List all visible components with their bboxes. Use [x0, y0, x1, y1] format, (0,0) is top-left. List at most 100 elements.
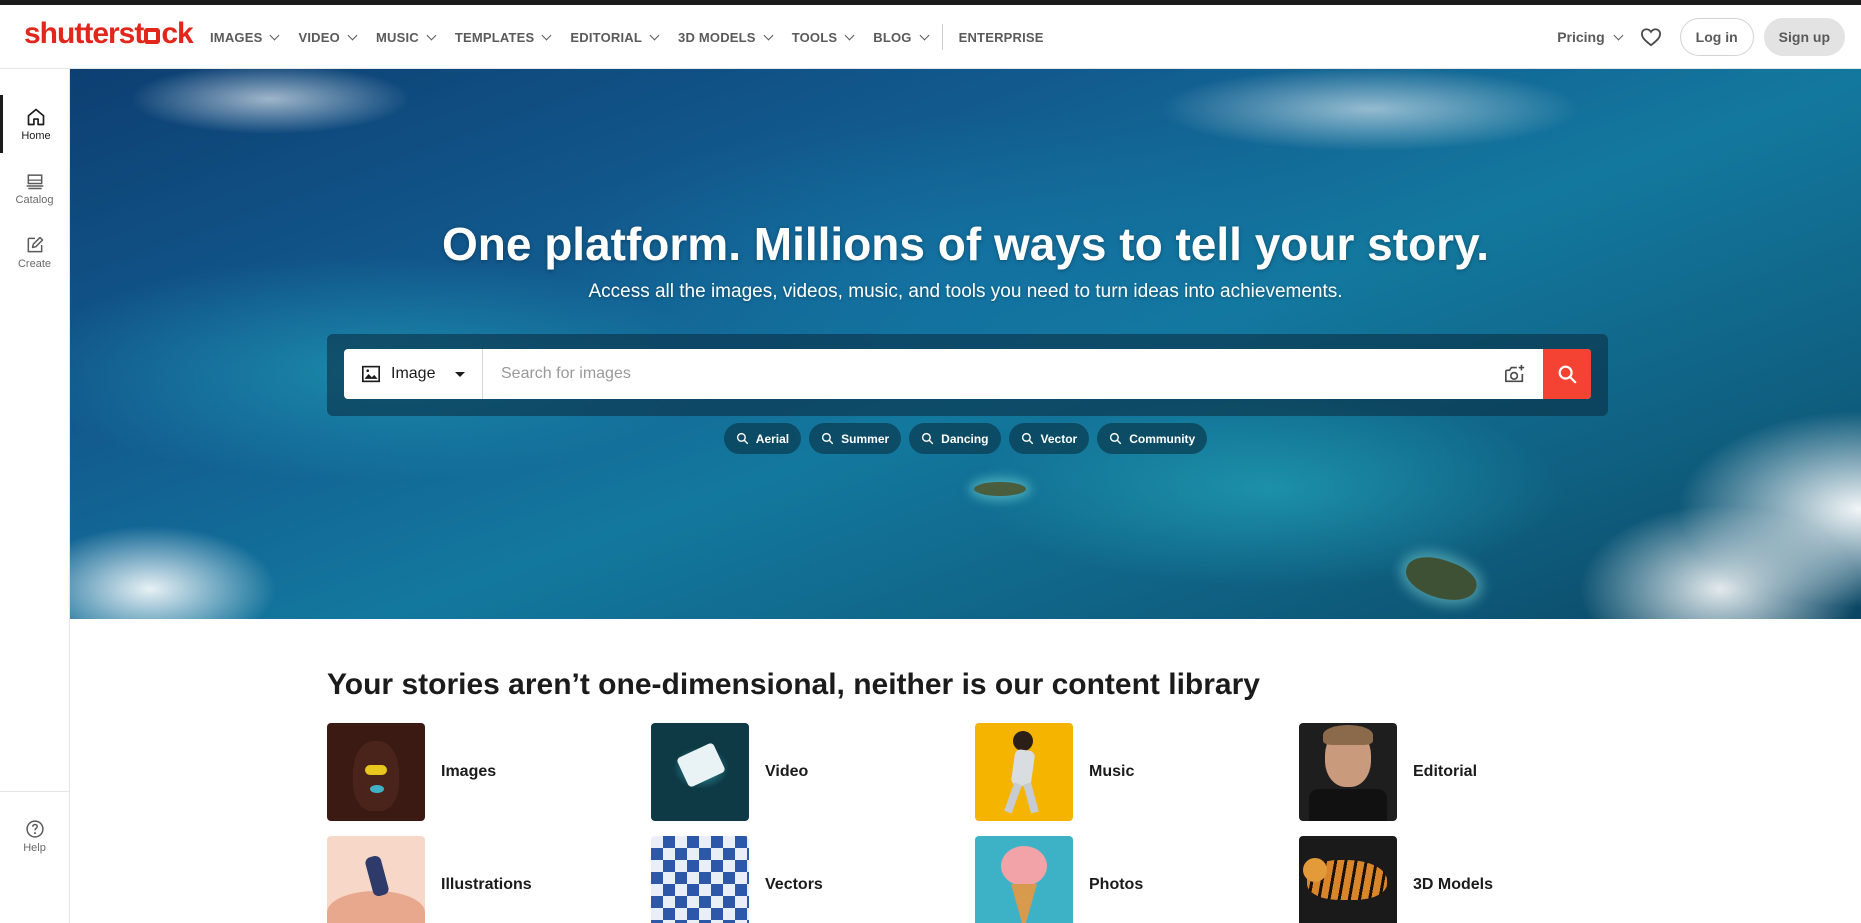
hero-title: One platform. Millions of ways to tell y…: [441, 218, 1490, 270]
chevron-down-icon: [541, 30, 552, 40]
editorial-thumbnail: [1299, 723, 1397, 821]
chip-label: Summer: [841, 431, 890, 446]
pricing-menu[interactable]: Pricing: [1557, 29, 1624, 45]
chevron-down-icon: [763, 30, 774, 40]
chip-community[interactable]: Community: [1097, 423, 1208, 454]
create-icon: [27, 236, 43, 252]
signup-button[interactable]: Sign up: [1763, 18, 1845, 56]
chip-label: Vector: [1040, 431, 1078, 446]
trending-search-chips: Aerial Summer Dancing Vector Community: [70, 423, 1861, 454]
tile-label: Video: [765, 763, 809, 780]
nav-label: TOOLS: [791, 29, 838, 45]
nav-images[interactable]: IMAGES: [210, 29, 280, 45]
favorites-heart-icon[interactable]: [1640, 27, 1662, 47]
chip-summer[interactable]: Summer: [809, 423, 902, 454]
library-tile-images[interactable]: Images: [327, 723, 627, 821]
image-icon: [362, 365, 380, 383]
sidebar-divider: [0, 791, 70, 792]
media-type-select[interactable]: Image: [344, 349, 483, 399]
chevron-down-icon: [1613, 30, 1624, 40]
nav-3d-models[interactable]: 3D MODELS: [678, 29, 774, 45]
nav-divider: [941, 24, 943, 50]
chip-dancing[interactable]: Dancing: [909, 423, 1001, 454]
shutterstock-logo[interactable]: shutterst ck: [24, 17, 194, 51]
video-thumbnail: [651, 723, 749, 821]
hero-subtitle: Access all the images, videos, music, an…: [588, 281, 1343, 302]
search-input[interactable]: [483, 349, 1487, 399]
nav-label: 3D MODELS: [678, 29, 756, 45]
login-button[interactable]: Log in: [1679, 18, 1754, 56]
sidebar-item-home[interactable]: Home: [0, 95, 69, 153]
tile-label: Editorial: [1413, 763, 1478, 780]
images-thumbnail: [327, 723, 425, 821]
header-actions: Pricing Log in Sign up: [1557, 5, 1845, 69]
sidebar-label: Catalog: [15, 193, 54, 206]
nav-tools[interactable]: TOOLS: [791, 29, 855, 45]
nav-video[interactable]: VIDEO: [298, 29, 358, 45]
nav-label: BLOG: [873, 29, 912, 45]
search-icon: [1558, 365, 1577, 384]
library-tile-vectors[interactable]: Vectors: [651, 836, 951, 923]
catalog-icon: [26, 173, 43, 189]
nav-label: ENTERPRISE: [958, 29, 1044, 45]
library-section-title: Your stories aren’t one-dimensional, nei…: [327, 668, 1260, 701]
hero-island: [974, 482, 1026, 496]
chevron-down-icon: [270, 30, 280, 40]
sidebar-label: Help: [23, 841, 46, 854]
caret-down-icon: [455, 371, 466, 377]
site-header: shutterst ck IMAGES VIDEO MUSIC TEMPLATES…: [0, 5, 1861, 69]
home-icon: [27, 108, 45, 125]
music-thumbnail: [975, 723, 1073, 821]
hero-banner: One platform. Millions of ways to tell y…: [70, 69, 1861, 619]
nav-label: VIDEO: [298, 29, 340, 45]
chip-label: Aerial: [755, 431, 790, 446]
left-sidebar: Home Catalog Create Help: [0, 69, 70, 923]
vectors-thumbnail: [651, 836, 749, 923]
nav-label: MUSIC: [375, 29, 419, 45]
library-tile-editorial[interactable]: Editorial: [1299, 723, 1599, 821]
tile-label: Photos: [1089, 876, 1144, 893]
illustrations-thumbnail: [327, 836, 425, 923]
library-tile-3d-models[interactable]: 3D Models: [1299, 836, 1599, 923]
library-tile-illustrations[interactable]: Illustrations: [327, 836, 627, 923]
photos-thumbnail: [975, 836, 1073, 923]
chevron-down-icon: [347, 30, 358, 40]
search-bar: Image: [344, 349, 1591, 399]
search-submit-button[interactable]: [1543, 349, 1591, 399]
chip-aerial[interactable]: Aerial: [723, 423, 802, 454]
chevron-down-icon: [426, 30, 437, 40]
library-tile-video[interactable]: Video: [651, 723, 951, 821]
tile-label: Vectors: [765, 876, 823, 893]
nav-blog[interactable]: BLOG: [873, 29, 930, 45]
library-tile-music[interactable]: Music: [975, 723, 1275, 821]
chevron-down-icon: [919, 30, 930, 40]
media-type-label: Image: [391, 365, 436, 382]
search-icon: [822, 432, 834, 445]
tile-label: Images: [441, 763, 497, 780]
nav-label: IMAGES: [210, 29, 263, 45]
search-by-image-camera-icon[interactable]: [1487, 349, 1543, 399]
tile-label: Illustrations: [441, 876, 532, 893]
nav-enterprise[interactable]: ENTERPRISE: [959, 30, 1044, 45]
library-tile-photos[interactable]: Photos: [975, 836, 1275, 923]
main-nav: IMAGES VIDEO MUSIC TEMPLATES EDITORIAL 3…: [210, 5, 1064, 69]
nav-editorial[interactable]: EDITORIAL: [570, 29, 660, 45]
chevron-down-icon: [649, 30, 660, 40]
search-icon: [1110, 432, 1122, 445]
nav-templates[interactable]: TEMPLATES: [454, 29, 552, 45]
nav-label: EDITORIAL: [570, 29, 643, 45]
sidebar-item-catalog[interactable]: Catalog: [0, 159, 69, 217]
tile-label: 3D Models: [1413, 876, 1494, 893]
sidebar-item-help[interactable]: Help: [0, 807, 69, 865]
search-icon: [1021, 432, 1033, 445]
nav-label: TEMPLATES: [454, 29, 535, 45]
chip-vector[interactable]: Vector: [1008, 423, 1090, 454]
search-icon: [922, 432, 934, 445]
search-icon: [736, 432, 748, 445]
3d-models-thumbnail: [1299, 836, 1397, 923]
search-panel: Image: [327, 334, 1608, 416]
chip-label: Community: [1129, 431, 1196, 446]
nav-music[interactable]: MUSIC: [375, 29, 437, 45]
sidebar-item-create[interactable]: Create: [0, 223, 69, 281]
sidebar-label: Create: [17, 257, 52, 270]
